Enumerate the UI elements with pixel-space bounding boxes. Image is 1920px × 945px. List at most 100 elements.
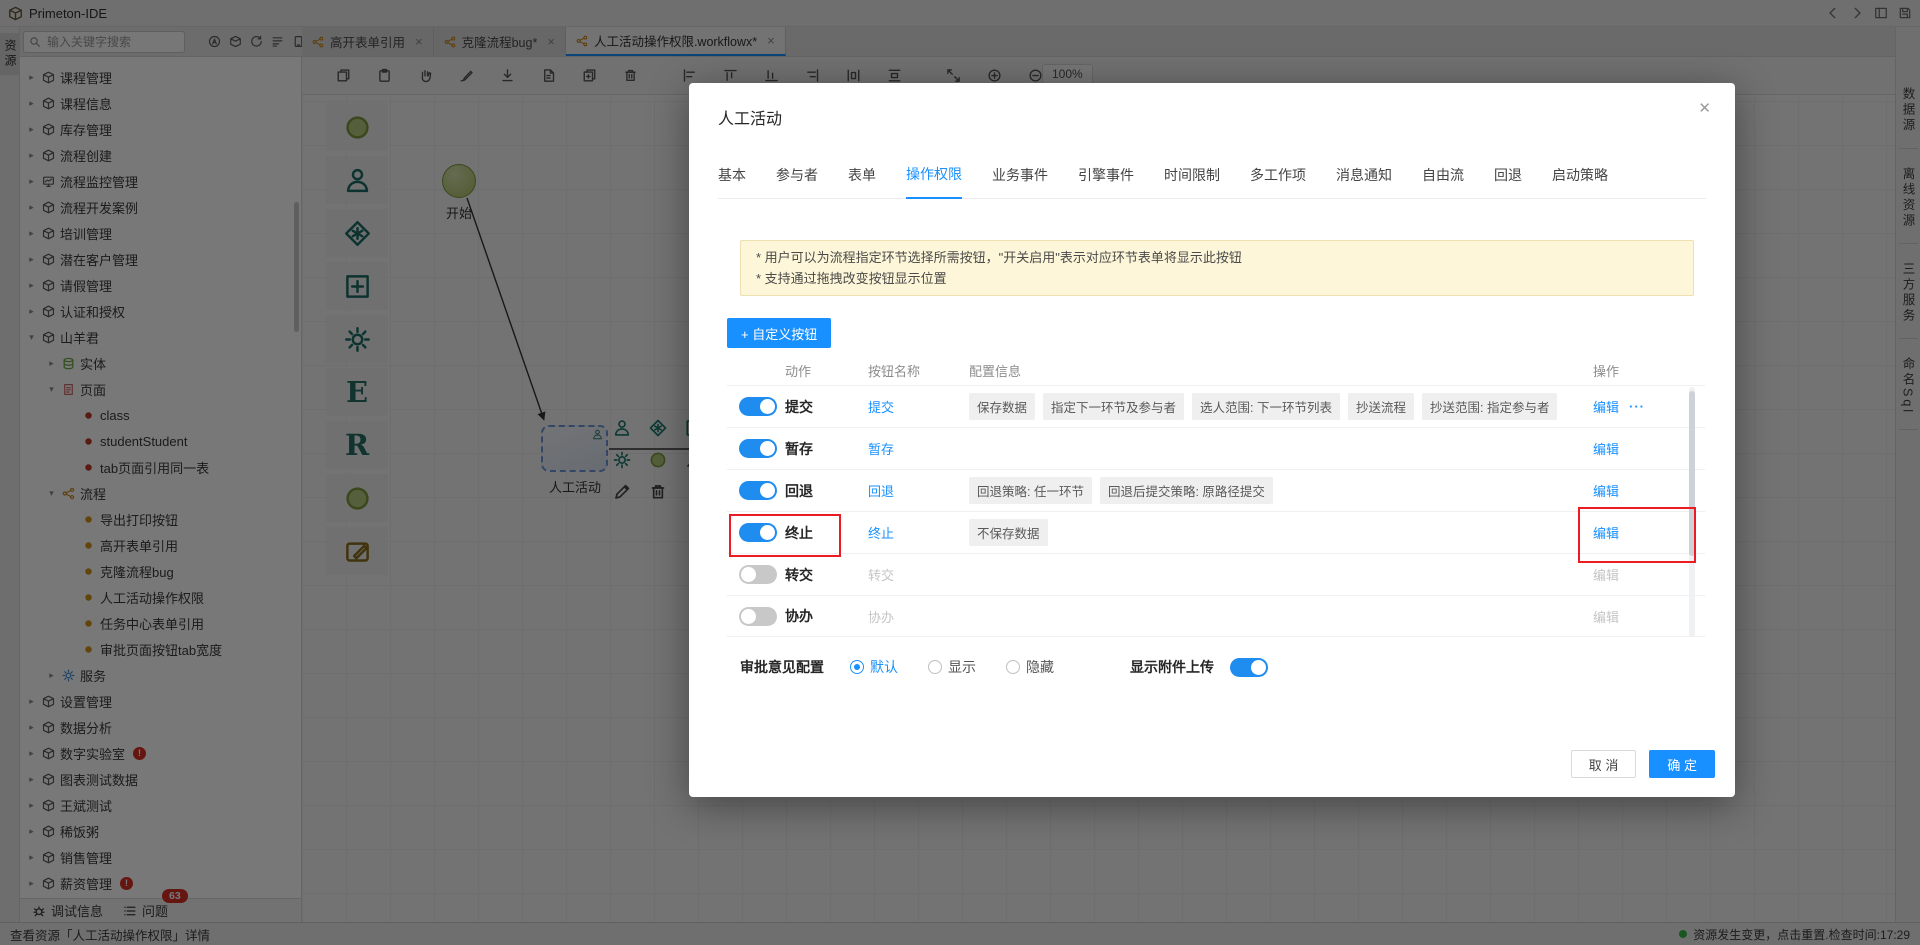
opinion-config-label: 审批意见配置 (740, 657, 824, 677)
dialog-title: 人工活动 (718, 105, 782, 129)
action-label: 暂存 (785, 439, 813, 459)
buttons-table: 动作 按钮名称 配置信息 操作 提交 提交 (727, 355, 1705, 637)
radio-label: 隐藏 (1026, 657, 1054, 677)
enable-toggle[interactable] (739, 565, 777, 584)
primeton-ide-window: Primeton-IDE 资源 高开表单引用 × 克隆流程bug* × (0, 0, 1920, 945)
button-name-cell: 终止 (868, 523, 969, 542)
edit-link[interactable]: 编辑 (1593, 607, 1619, 626)
ok-button[interactable]: 确 定 (1649, 750, 1715, 778)
config-info-cell: 回退策略: 任一环节回退后提交策略: 原路径提交 (969, 477, 1593, 504)
dialog-tab[interactable]: 自由流 (1422, 165, 1464, 198)
dialog-tab[interactable]: 表单 (848, 165, 876, 198)
dialog-tab[interactable]: 多工作项 (1250, 165, 1306, 198)
cancel-button[interactable]: 取 消 (1571, 750, 1637, 778)
config-tag: 指定下一环节及参与者 (1043, 393, 1184, 420)
opinion-options: 默认 显示 隐藏 (850, 657, 1084, 677)
attachment-upload-toggle[interactable] (1230, 658, 1268, 677)
button-name-link[interactable]: 终止 (868, 526, 894, 541)
config-tag: 回退后提交策略: 原路径提交 (1100, 477, 1273, 504)
notice-box: * 用户可以为流程指定环节选择所需按钮，"开关启用"表示对应环节表单将显示此按钮… (740, 240, 1694, 296)
enable-toggle[interactable] (739, 607, 777, 626)
col-operation: 操作 (1593, 361, 1705, 380)
button-name-cell: 暂存 (868, 439, 969, 458)
button-name-link[interactable]: 协办 (868, 610, 894, 625)
table-row: 转交 转交 编辑 (727, 553, 1705, 595)
radio-option[interactable]: 显示 (928, 657, 976, 677)
opinion-config-row: 审批意见配置 默认 显示 隐藏 显示附件上传 (740, 649, 1268, 685)
col-action: 动作 (727, 361, 868, 380)
config-info-cell: 保存数据指定下一环节及参与者选人范围: 下一环节列表抄送流程抄送范围: 指定参与… (969, 393, 1593, 420)
action-cell: 提交 (727, 397, 868, 417)
action-label: 协办 (785, 606, 813, 626)
manual-activity-dialog: 人工活动 ✕ 基本参与者表单操作权限业务事件引擎事件时间限制多工作项消息通知自由… (689, 83, 1735, 797)
config-tag: 回退策略: 任一环节 (969, 477, 1092, 504)
table-row: 协办 协办 编辑 (727, 595, 1705, 637)
enable-toggle[interactable] (739, 481, 777, 500)
config-tag: 抄送流程 (1348, 393, 1414, 420)
custom-button-add[interactable]: + 自定义按钮 (727, 318, 831, 348)
enable-toggle[interactable] (739, 523, 777, 542)
action-cell: 协办 (727, 606, 868, 626)
table-row: 回退 回退 回退策略: 任一环节回退后提交策略: 原路径提交 编辑 (727, 469, 1705, 511)
action-label: 终止 (785, 523, 813, 543)
close-icon[interactable]: ✕ (1698, 99, 1711, 117)
action-label: 回退 (785, 481, 813, 501)
button-name-cell: 回退 (868, 481, 969, 500)
dialog-tab[interactable]: 业务事件 (992, 165, 1048, 198)
enable-toggle[interactable] (739, 439, 777, 458)
dialog-tabbar: 基本参与者表单操作权限业务事件引擎事件时间限制多工作项消息通知自由流回退启动策略 (718, 155, 1706, 199)
button-name-link[interactable]: 回退 (868, 484, 894, 499)
col-button-name: 按钮名称 (868, 361, 969, 380)
dialog-tab[interactable]: 基本 (718, 165, 746, 198)
enable-toggle[interactable] (739, 397, 777, 416)
button-name-cell: 协办 (868, 607, 969, 626)
radio-label: 显示 (948, 657, 976, 677)
config-tag: 不保存数据 (969, 519, 1048, 546)
button-name-link[interactable]: 提交 (868, 400, 894, 415)
table-scrollbar[interactable] (1689, 387, 1695, 637)
attachment-upload-label: 显示附件上传 (1130, 657, 1214, 677)
edit-link[interactable]: 编辑 (1593, 565, 1619, 584)
dialog-tab[interactable]: 操作权限 (906, 164, 962, 199)
action-cell: 暂存 (727, 439, 868, 459)
dialog-tab[interactable]: 消息通知 (1336, 165, 1392, 198)
config-tag: 抄送范围: 指定参与者 (1422, 393, 1557, 420)
radio-option[interactable]: 隐藏 (1006, 657, 1054, 677)
button-name-link[interactable]: 转交 (868, 568, 894, 583)
col-config-info: 配置信息 (969, 361, 1593, 380)
config-tag: 保存数据 (969, 393, 1035, 420)
more-actions[interactable]: ··· (1629, 399, 1645, 414)
edit-link[interactable]: 编辑 (1593, 397, 1619, 416)
table-row: 提交 提交 保存数据指定下一环节及参与者选人范围: 下一环节列表抄送流程抄送范围… (727, 385, 1705, 427)
action-cell: 回退 (727, 481, 868, 501)
table-row: 暂存 暂存 编辑 (727, 427, 1705, 469)
edit-link[interactable]: 编辑 (1593, 481, 1619, 500)
action-label: 转交 (785, 565, 813, 585)
radio-option[interactable]: 默认 (850, 657, 898, 677)
table-row: 终止 终止 不保存数据 编辑 (727, 511, 1705, 553)
dialog-tab[interactable]: 参与者 (776, 165, 818, 198)
radio-icon[interactable] (928, 660, 942, 674)
table-header: 动作 按钮名称 配置信息 操作 (727, 355, 1705, 385)
radio-icon[interactable] (850, 660, 864, 674)
button-name-cell: 提交 (868, 397, 969, 416)
radio-icon[interactable] (1006, 660, 1020, 674)
config-info-cell: 不保存数据 (969, 519, 1593, 546)
edit-link[interactable]: 编辑 (1593, 439, 1619, 458)
button-name-cell: 转交 (868, 565, 969, 584)
notice-line: * 用户可以为流程指定环节选择所需按钮，"开关启用"表示对应环节表单将显示此按钮 (756, 247, 1678, 268)
config-tag: 选人范围: 下一环节列表 (1192, 393, 1340, 420)
dialog-tab[interactable]: 回退 (1494, 165, 1522, 198)
table-rows: 提交 提交 保存数据指定下一环节及参与者选人范围: 下一环节列表抄送流程抄送范围… (727, 385, 1705, 637)
dialog-tab[interactable]: 时间限制 (1164, 165, 1220, 198)
radio-label: 默认 (870, 657, 898, 677)
edit-link[interactable]: 编辑 (1593, 523, 1619, 542)
notice-line: * 支持通过拖拽改变按钮显示位置 (756, 268, 1678, 289)
dialog-footer: 取 消 确 定 (1571, 750, 1715, 778)
action-cell: 终止 (727, 523, 868, 543)
dialog-tab[interactable]: 引擎事件 (1078, 165, 1134, 198)
action-label: 提交 (785, 397, 813, 417)
dialog-tab[interactable]: 启动策略 (1552, 165, 1608, 198)
button-name-link[interactable]: 暂存 (868, 442, 894, 457)
action-cell: 转交 (727, 565, 868, 585)
